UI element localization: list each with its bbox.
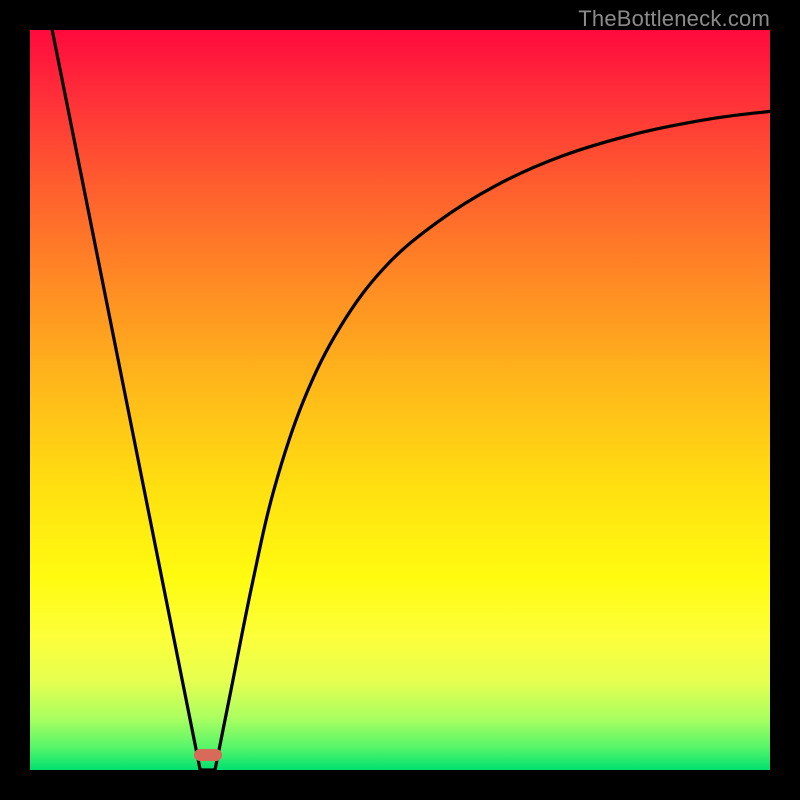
bottleneck-curve: [30, 30, 770, 770]
plot-area: [30, 30, 770, 770]
marker-pill: [194, 749, 222, 761]
chart-frame: TheBottleneck.com: [0, 0, 800, 800]
curve-path: [52, 30, 770, 770]
attribution-text: TheBottleneck.com: [578, 6, 770, 32]
